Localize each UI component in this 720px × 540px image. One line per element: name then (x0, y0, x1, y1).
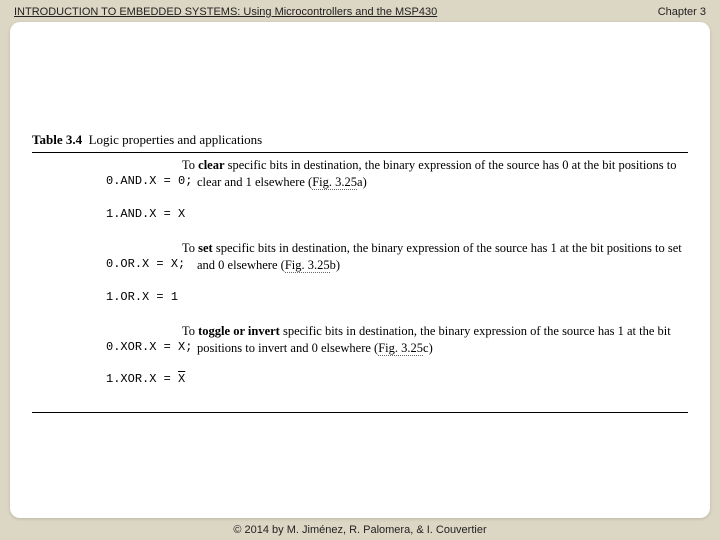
slide-header: INTRODUCTION TO EMBEDDED SYSTEMS: Using … (0, 0, 720, 22)
desc-cell: To toggle or invert specific bits in des… (182, 323, 688, 357)
expr-line: 1.OR.X = 1 (106, 290, 178, 304)
slide-body: Table 3.4 Logic properties and applicati… (10, 22, 710, 518)
expr-cell: 0.OR.X = X; 1.OR.X = 1 (32, 240, 182, 321)
table-body: 0.AND.X = 0; 1.AND.X = X To clear specif… (32, 153, 688, 412)
expr-cell: 0.XOR.X = X; 1.XOR.X = X (32, 323, 182, 404)
fig-ref: Fig. 3.25 (312, 175, 357, 190)
table-number: Table 3.4 (32, 132, 82, 147)
table-title: Logic properties and applications (89, 132, 263, 147)
table-row: 0.OR.X = X; 1.OR.X = 1 To set specific b… (32, 240, 688, 321)
slide-footer: © 2014 by M. Jiménez, R. Palomera, & I. … (0, 524, 720, 536)
table-3-4: Table 3.4 Logic properties and applicati… (32, 132, 688, 413)
expr-line: 0.AND.X = 0; (106, 174, 192, 188)
expr-cell: 0.AND.X = 0; 1.AND.X = X (32, 157, 182, 238)
keyword-clear: clear (198, 158, 224, 172)
copyright-text: © 2014 by M. Jiménez, R. Palomera, & I. … (233, 524, 486, 536)
fig-ref: Fig. 3.25 (285, 258, 330, 273)
desc-cell: To clear specific bits in destination, t… (182, 157, 688, 191)
chapter-label: Chapter 3 (658, 6, 706, 18)
expr-line: 1.AND.X = X (106, 207, 185, 221)
x-bar: X (178, 371, 185, 387)
expr-line: 1.XOR.X = (106, 372, 178, 386)
table-row: 0.AND.X = 0; 1.AND.X = X To clear specif… (32, 157, 688, 238)
keyword-set: set (198, 241, 213, 255)
keyword-toggle: toggle or invert (198, 324, 280, 338)
fig-ref: Fig. 3.25 (378, 341, 423, 356)
table-row: 0.XOR.X = X; 1.XOR.X = X To toggle or in… (32, 323, 688, 404)
table-bottom-rule (32, 412, 688, 413)
expr-line: 0.OR.X = X; (106, 257, 185, 271)
table-caption: Table 3.4 Logic properties and applicati… (32, 132, 688, 152)
desc-cell: To set specific bits in destination, the… (182, 240, 688, 274)
expr-line: 0.XOR.X = X; (106, 340, 192, 354)
book-title: INTRODUCTION TO EMBEDDED SYSTEMS: Using … (14, 6, 437, 18)
